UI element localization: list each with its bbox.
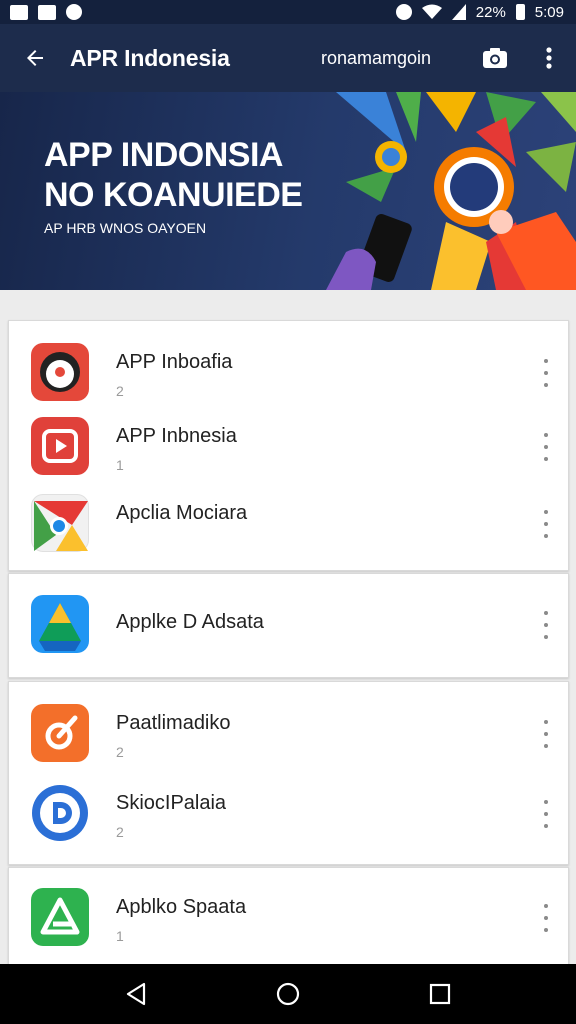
banner-headline-1: APP INDONSIA [44,136,283,174]
nav-recents-button[interactable] [410,964,470,1024]
item-more-button[interactable] [538,800,554,828]
recents-square-icon [429,983,451,1005]
app-bar: APR Indonesia ronamamgoin [0,24,576,92]
more-vert-icon [546,47,552,69]
app-bar-subtitle[interactable]: ronamamgoin [296,48,456,69]
list-item[interactable]: SkiocIPalaia 2 [9,778,568,852]
red-app-icon [31,343,89,401]
item-more-button[interactable] [538,359,554,387]
list-item-count: 2 [116,824,124,840]
list-item-title: Paatlimadiko [116,712,231,734]
back-triangle-icon [126,982,146,1006]
list-item-title: Apblko Spaata [116,896,247,918]
app-list-card-1: APP Inboafia 2 APP Inbnesia 1 Apclia Moc… [8,320,569,571]
banner-subline: AP HRB WNOS OAYOEN [44,220,207,236]
camera-icon [483,48,507,68]
item-more-button[interactable] [538,510,554,538]
banner-headline-2: NO KOANUIEDE [44,176,303,214]
clock: 5:09 [534,3,564,21]
list-item[interactable]: Paatlimadiko 2 [9,698,568,772]
list-item-title: APP Inboafia [116,351,233,373]
list-item-count: 2 [116,744,124,760]
list-item[interactable]: APP Inbnesia 1 [9,411,568,485]
app-bar-title: APR Indonesia [70,44,230,71]
drive-icon [31,595,89,653]
list-item[interactable]: Apclia Mociara [9,488,568,562]
status-bar: 22% 5:09 [0,0,576,24]
d-circle-icon [31,784,89,842]
back-button[interactable] [0,24,70,92]
camera-button[interactable] [468,24,522,92]
promo-banner[interactable]: APP INDONSIA NO KOANUIEDE AP HRB WNOS OA… [0,92,576,290]
nav-back-button[interactable] [106,964,166,1024]
list-item[interactable]: Apblko Spaata 1 [9,882,568,956]
item-more-button[interactable] [538,433,554,461]
app-list-card-4: Apblko Spaata 1 [8,867,569,977]
chrome-icon [31,494,89,552]
list-item-title: SkiocIPalaia [116,792,227,814]
signal-icon [451,4,466,20]
list-item-count: 1 [116,457,124,473]
item-more-button[interactable] [538,611,554,639]
list-item-title: APP Inbnesia [116,425,237,447]
app-list-card-2: Applke D Adsata [8,573,569,678]
app-list-card-3: Paatlimadiko 2 SkiocIPalaia 2 [8,681,569,865]
nav-home-button[interactable] [258,964,318,1024]
green-app-icon [31,888,89,946]
battery-icon [515,4,525,20]
list-item-count: 2 [116,383,124,399]
list-item-title: Apclia Mociara [116,502,248,524]
banner-illustration [326,92,576,290]
list-item[interactable]: Applke D Adsata [9,589,568,663]
back-arrow-icon [27,50,43,66]
video-play-icon [31,417,89,475]
item-more-button[interactable] [538,720,554,748]
battery-text: 22% [475,3,506,21]
shield-icon [66,4,82,20]
more-options-button[interactable] [522,24,576,92]
mail-icon [10,4,28,20]
wifi-icon [421,4,442,19]
alarm-icon [395,4,412,20]
list-item[interactable]: APP Inboafia 2 [9,337,568,411]
image-icon [38,4,56,20]
list-item-title: Applke D Adsata [116,611,264,633]
home-circle-icon [276,982,300,1006]
item-more-button[interactable] [538,904,554,932]
orange-app-icon [31,704,89,762]
system-nav-bar [0,964,576,1024]
list-item-count: 1 [116,928,124,944]
